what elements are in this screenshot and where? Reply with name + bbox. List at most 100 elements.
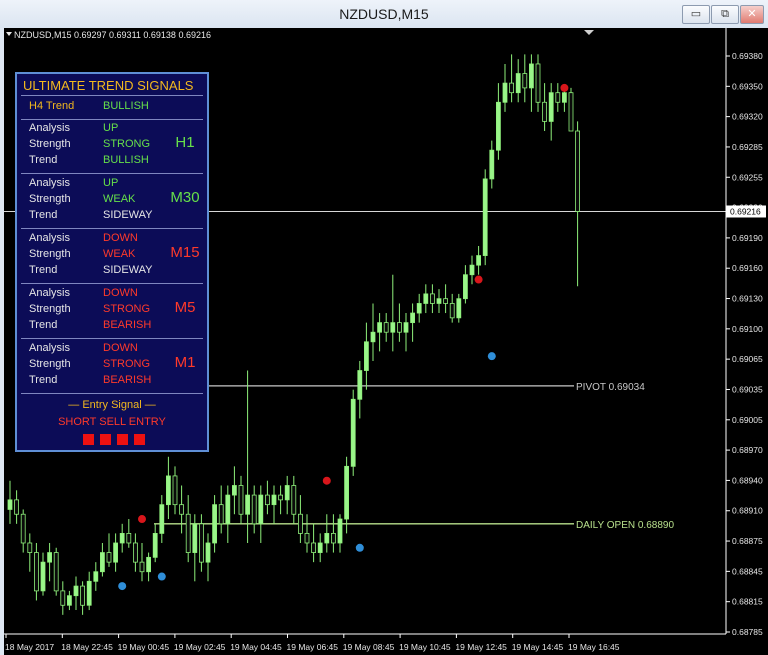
- bullish-candle: [495, 101, 501, 151]
- bearish-candle: [27, 542, 33, 553]
- tf-strength-label: Strength: [29, 248, 71, 260]
- bullish-candle: [410, 312, 416, 324]
- time-tick-label: 19 May 12:45: [455, 642, 507, 652]
- price-tick-label: 0.69035: [732, 384, 763, 394]
- panel-divider: [21, 173, 203, 174]
- price-tick-label: 0.68785: [732, 627, 763, 637]
- minimize-button[interactable]: ▭: [682, 5, 710, 24]
- dropdown-icon: [6, 32, 12, 36]
- bullish-candle: [456, 298, 462, 319]
- bearish-candle: [555, 92, 561, 103]
- bearish-candle: [139, 561, 145, 573]
- bullish-candle: [192, 523, 198, 553]
- tf-trend-label: Trend: [29, 264, 58, 276]
- bearish-candle: [20, 513, 26, 544]
- tf-trend-value: BEARISH: [103, 374, 152, 386]
- terminal-window: NZDUSD,M15 ▭ ⧉ ✕ PIVOT 0.69034 DAILY OPEN…: [0, 0, 768, 655]
- tf-analysis-label: Analysis: [29, 177, 70, 189]
- bearish-candle: [185, 513, 191, 553]
- tf-strength-value: STRONG: [103, 303, 151, 315]
- time-tick-label: 19 May 14:45: [512, 642, 564, 652]
- time-tick-label: 18 May 22:45: [61, 642, 113, 652]
- price-tick-label: 0.69065: [732, 354, 763, 364]
- h4-trend-label: H4 Trend: [29, 100, 75, 112]
- bullish-candle: [363, 341, 369, 371]
- timeframe-label: H1: [175, 134, 195, 151]
- tf-analysis-label: Analysis: [29, 287, 70, 299]
- bullish-candle: [324, 533, 330, 544]
- restore-button[interactable]: ⧉: [711, 5, 739, 24]
- tf-trend-value: BEARISH: [103, 319, 152, 331]
- tf-trend-label: Trend: [29, 374, 58, 386]
- panel-divider: [21, 228, 203, 229]
- price-tick-label: 0.69130: [732, 294, 763, 304]
- panel-divider: [21, 338, 203, 339]
- bullish-candle: [423, 293, 429, 304]
- buy-signal-dot: [118, 582, 127, 591]
- tf-analysis-label: Analysis: [29, 342, 70, 354]
- bearish-candle: [14, 499, 20, 515]
- bullish-candle: [469, 264, 475, 276]
- signal-box: [100, 434, 111, 445]
- bullish-candle: [344, 465, 350, 520]
- signal-boxes: [83, 434, 147, 446]
- bearish-candle: [311, 542, 317, 553]
- tf-strength-label: Strength: [29, 303, 71, 315]
- bullish-candle: [113, 542, 118, 563]
- close-button[interactable]: ✕: [740, 5, 764, 24]
- timeframe-label: M5: [174, 299, 196, 316]
- panel-title: ULTIMATE TREND SIGNALS: [23, 78, 194, 93]
- price-tick-label: 0.68970: [732, 445, 763, 455]
- bearish-candle: [522, 73, 528, 89]
- bearish-candle: [106, 552, 112, 563]
- bearish-candle: [443, 298, 449, 304]
- tf-analysis-value: UP: [103, 122, 119, 134]
- bullish-candle: [225, 494, 231, 525]
- bullish-candle: [515, 73, 521, 94]
- bearish-candle: [251, 494, 257, 525]
- bearish-candle: [179, 504, 185, 515]
- bullish-candle: [370, 331, 376, 343]
- price-tick-label: 0.69190: [732, 233, 763, 243]
- bullish-candle: [212, 504, 218, 544]
- bullish-candle: [350, 398, 356, 467]
- time-tick-label: 19 May 08:45: [343, 642, 395, 652]
- bullish-candle: [502, 82, 508, 103]
- signals-panel: ULTIMATE TREND SIGNALS H4 Trend BULLISH …: [15, 72, 209, 452]
- bearish-candle: [383, 322, 389, 333]
- bullish-candle: [390, 322, 396, 333]
- tf-trend-value: SIDEWAY: [103, 209, 153, 221]
- panel-divider: [21, 119, 203, 120]
- bullish-candle: [489, 149, 495, 180]
- tf-analysis-value: DOWN: [103, 287, 138, 299]
- title-bar[interactable]: NZDUSD,M15 ▭ ⧉ ✕: [0, 0, 768, 28]
- bearish-candle: [396, 322, 402, 333]
- price-tick-label: 0.68940: [732, 475, 763, 485]
- price-tick-label: 0.69320: [732, 112, 763, 122]
- pivot-label: PIVOT 0.69034: [576, 382, 645, 393]
- tf-analysis-label: Analysis: [29, 232, 70, 244]
- bullish-candle: [403, 322, 409, 333]
- signal-box: [134, 434, 145, 445]
- tf-analysis-label: Analysis: [29, 122, 70, 134]
- bullish-candle: [284, 485, 290, 501]
- chart-area[interactable]: PIVOT 0.69034 DAILY OPEN 0.68890 NZDUSD,M…: [4, 28, 768, 655]
- bullish-candle: [152, 533, 158, 558]
- time-tick-label: 19 May 02:45: [174, 642, 226, 652]
- tf-trend-label: Trend: [29, 319, 58, 331]
- bullish-candle: [100, 552, 105, 573]
- tf-trend-value: SIDEWAY: [103, 264, 153, 276]
- bearish-candle: [449, 303, 455, 319]
- bearish-candle: [297, 513, 303, 534]
- tf-strength-value: WEAK: [103, 248, 136, 260]
- bearish-candle: [575, 130, 580, 212]
- sell-signal-dot: [560, 83, 569, 92]
- window-title: NZDUSD,M15: [339, 6, 429, 22]
- bullish-candle: [436, 298, 442, 304]
- sell-signal-dot: [474, 275, 483, 284]
- bullish-candle: [205, 542, 211, 563]
- bullish-candle: [416, 303, 422, 314]
- bearish-candle: [172, 475, 178, 506]
- time-tick-label: 19 May 16:45: [568, 642, 620, 652]
- symbol-header: NZDUSD,M15 0.69297 0.69311 0.69138 0.692…: [14, 30, 211, 40]
